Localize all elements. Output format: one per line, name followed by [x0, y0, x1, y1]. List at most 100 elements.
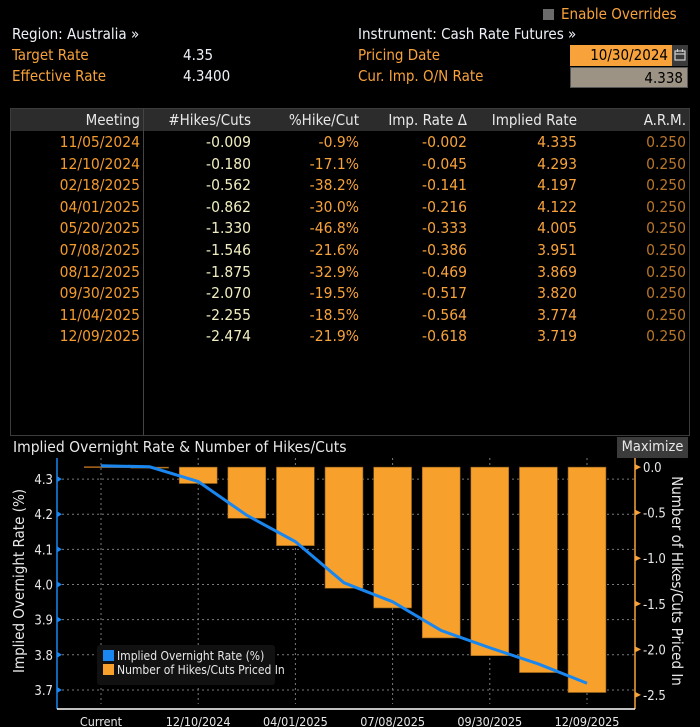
cell-imp-rate-delta: -0.517: [422, 284, 467, 303]
x-tick-label: 04/01/2025: [263, 714, 328, 727]
col-header-pct-hike-cut[interactable]: %Hike/Cut: [251, 109, 359, 131]
table-row[interactable]: 11/04/2025 -2.255 -18.5% -0.564 3.774 0.250: [11, 305, 689, 327]
col-header-imp-rate-delta[interactable]: Imp. Rate Δ: [359, 109, 467, 131]
table-header: Meeting #Hikes/Cuts %Hike/Cut Imp. Rate …: [11, 109, 689, 131]
cell-hikes-cuts: -0.862: [206, 197, 251, 216]
cell-imp-rate-delta: -0.564: [422, 305, 467, 324]
cell-hikes-cuts: -2.070: [206, 284, 251, 303]
cell-hikes-cuts: -0.009: [206, 133, 251, 151]
cell-implied-rate: 4.335: [537, 133, 577, 151]
left-tick: [57, 686, 62, 693]
table-row[interactable]: 11/05/2024 -0.009 -0.9% -0.002 4.335 0.250: [11, 132, 689, 154]
right-tick: [635, 646, 641, 653]
table-row[interactable]: 02/18/2025 -0.562 -38.2% -0.141 4.197 0.250: [11, 175, 689, 197]
calendar-icon: [674, 49, 686, 61]
pricing-date-input[interactable]: 10/30/2024: [570, 45, 672, 66]
cur-imp-rate-field: 4.338: [570, 67, 688, 88]
cell-arm: 0.250: [646, 262, 686, 281]
cell-hikes-cuts: -2.474: [206, 327, 251, 346]
cell-meeting: 09/30/2025: [59, 284, 140, 303]
table-row[interactable]: 08/12/2025 -1.875 -32.9% -0.469 3.869 0.250: [11, 262, 689, 284]
x-tick-label: 12/09/2025: [555, 714, 620, 727]
x-tick-label: 07/08/2025: [360, 714, 425, 727]
right-tick-label: -1.5: [643, 598, 666, 613]
left-tick: [57, 546, 62, 553]
cell-imp-rate-delta: -0.002: [422, 133, 467, 151]
right-tick: [635, 464, 641, 471]
col-header-meeting[interactable]: Meeting: [11, 109, 140, 131]
hikes-cuts-bar: [421, 466, 461, 639]
cell-hikes-cuts: -1.546: [206, 241, 251, 259]
region-selector[interactable]: Region: Australia »: [12, 25, 139, 43]
left-tick: [57, 511, 62, 518]
hikes-cuts-bar: [373, 466, 412, 609]
hikes-cuts-bar: [227, 466, 267, 519]
cell-arm: 0.250: [646, 197, 686, 216]
maximize-button[interactable]: Maximize: [617, 437, 688, 458]
right-tick-label: 0.0: [643, 461, 662, 476]
cell-hikes-cuts: -0.180: [206, 154, 251, 173]
right-tick: [635, 691, 641, 698]
cell-pct-hike-cut: -19.5%: [309, 284, 359, 303]
table-row[interactable]: 04/01/2025 -0.862 -30.0% -0.216 4.122 0.250: [11, 197, 689, 219]
cell-meeting: 07/08/2025: [59, 241, 140, 259]
legend-swatch: [103, 664, 114, 675]
right-tick: [635, 509, 641, 516]
cell-imp-rate-delta: -0.045: [422, 154, 467, 173]
cell-hikes-cuts: -1.875: [206, 262, 251, 281]
cell-pct-hike-cut: -46.8%: [309, 219, 359, 238]
left-tick-label: 4.3: [34, 473, 53, 488]
cell-pct-hike-cut: -0.9%: [318, 133, 359, 151]
cell-meeting: 12/10/2024: [59, 154, 140, 173]
x-tick-label: 09/30/2025: [457, 714, 522, 727]
cur-imp-rate-label: Cur. Imp. O/N Rate: [358, 67, 484, 85]
cell-pct-hike-cut: -30.0%: [309, 197, 359, 216]
enable-overrides-label[interactable]: Enable Overrides: [561, 5, 677, 23]
cell-implied-rate: 4.122: [537, 197, 577, 216]
target-rate-label: Target Rate: [12, 46, 89, 64]
cell-hikes-cuts: -1.330: [206, 219, 251, 238]
table-row[interactable]: 12/10/2024 -0.180 -17.1% -0.045 4.293 0.250: [11, 154, 689, 176]
calendar-button[interactable]: [672, 45, 688, 66]
table-row[interactable]: 09/30/2025 -2.070 -19.5% -0.517 3.820 0.250: [11, 283, 689, 305]
cell-meeting: 11/05/2024: [59, 133, 140, 151]
left-tick-label: 3.7: [34, 684, 53, 699]
cell-imp-rate-delta: -0.333: [422, 219, 467, 238]
table-row[interactable]: 07/08/2025 -1.546 -21.6% -0.386 3.951 0.250: [11, 240, 689, 262]
right-tick-label: -0.5: [643, 507, 666, 522]
cell-arm: 0.250: [646, 305, 686, 324]
instrument-selector[interactable]: Instrument: Cash Rate Futures »: [358, 25, 576, 43]
enable-overrides-checkbox[interactable]: [543, 9, 554, 20]
right-tick: [635, 555, 641, 562]
cell-meeting: 04/01/2025: [59, 197, 140, 216]
table-row[interactable]: 05/20/2025 -1.330 -46.8% -0.333 4.005 0.250: [11, 218, 689, 240]
meetings-table: Meeting #Hikes/Cuts %Hike/Cut Imp. Rate …: [10, 108, 690, 436]
left-tick-label: 4.0: [34, 579, 53, 594]
cell-arm: 0.250: [646, 284, 686, 303]
target-rate-value: 4.35: [183, 46, 214, 64]
cell-arm: 0.250: [646, 154, 686, 173]
chart-legend: Implied Overnight Rate (%)Number of Hike…: [97, 645, 285, 685]
cell-arm: 0.250: [646, 176, 686, 195]
col-header-arm[interactable]: A.R.M.: [577, 109, 686, 131]
cell-imp-rate-delta: -0.618: [422, 327, 467, 346]
cell-implied-rate: 4.293: [537, 154, 577, 173]
cell-implied-rate: 4.197: [537, 176, 577, 195]
cell-implied-rate: 3.719: [537, 327, 577, 346]
col-header-hikes-cuts[interactable]: #Hikes/Cuts: [144, 109, 251, 131]
cell-pct-hike-cut: -21.9%: [309, 327, 359, 346]
cell-imp-rate-delta: -0.469: [422, 262, 467, 281]
hikes-cuts-bar: [470, 466, 510, 657]
left-tick-label: 4.1: [34, 543, 53, 558]
table-row[interactable]: 12/09/2025 -2.474 -21.9% -0.618 3.719 0.250: [11, 326, 689, 348]
right-axis-title: Number of Hikes/Cuts Priced In: [668, 476, 686, 686]
cell-pct-hike-cut: -38.2%: [309, 176, 359, 195]
cell-implied-rate: 4.005: [537, 219, 577, 238]
legend-label: Number of Hikes/Cuts Priced In: [117, 663, 285, 677]
left-tick-label: 3.8: [34, 649, 53, 664]
cell-meeting: 02/18/2025: [59, 176, 140, 195]
right-tick: [635, 600, 641, 607]
col-header-implied-rate[interactable]: Implied Rate: [467, 109, 577, 131]
cell-imp-rate-delta: -0.386: [422, 241, 467, 259]
effective-rate-value: 4.3400: [183, 67, 231, 85]
